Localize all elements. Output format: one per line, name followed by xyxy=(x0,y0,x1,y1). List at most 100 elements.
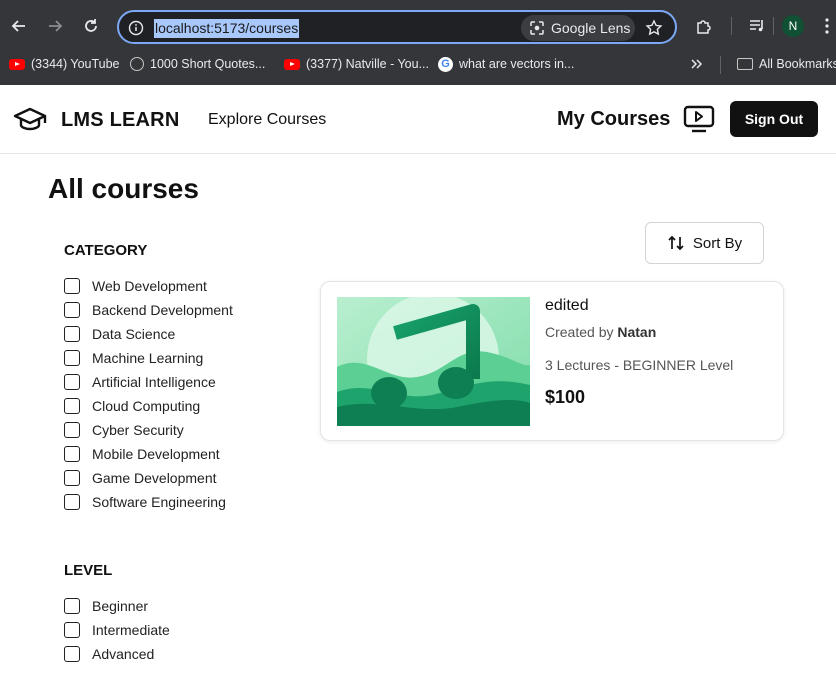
level-option[interactable]: Intermediate xyxy=(64,618,170,642)
sign-out-button[interactable]: Sign Out xyxy=(730,101,818,137)
category-heading: CATEGORY xyxy=(64,242,148,259)
browser-menu-button[interactable] xyxy=(818,15,836,37)
my-courses-link[interactable]: My Courses xyxy=(557,108,670,131)
google-lens-button[interactable]: Google Lens xyxy=(521,15,635,41)
address-bar[interactable]: localhost:5173/courses Google Lens xyxy=(117,10,677,44)
url-text[interactable]: localhost:5173/courses xyxy=(154,19,300,38)
toolbar-divider xyxy=(731,17,732,35)
playlist-icon xyxy=(750,20,763,32)
category-label: Software Engineering xyxy=(92,494,226,510)
youtube-icon xyxy=(284,58,300,70)
toolbar-divider xyxy=(773,17,774,35)
category-option[interactable]: Mobile Development xyxy=(64,442,233,466)
category-label: Backend Development xyxy=(92,302,233,318)
folder-icon xyxy=(737,58,753,70)
course-card[interactable]: edited Created by Natan 3 Lectures - BEG… xyxy=(320,281,784,441)
level-checkbox[interactable] xyxy=(64,646,80,662)
level-label: Intermediate xyxy=(92,622,170,638)
bookmark-label: 1000 Short Quotes... xyxy=(150,57,266,71)
category-label: Mobile Development xyxy=(92,446,220,462)
app-header: LMS LEARN Explore Courses My Courses Sig… xyxy=(0,85,836,154)
category-checkbox[interactable] xyxy=(64,278,80,294)
bookmark-item[interactable]: 1000 Short Quotes... xyxy=(130,55,265,73)
category-checkbox[interactable] xyxy=(64,398,80,414)
page-title: All courses xyxy=(48,173,199,204)
course-title[interactable]: edited xyxy=(545,297,589,315)
bookmarks-overflow-button[interactable] xyxy=(689,55,703,73)
category-label: Data Science xyxy=(92,326,176,342)
double-chevron-right-icon xyxy=(691,59,703,69)
level-heading: LEVEL xyxy=(64,562,113,579)
category-checkbox[interactable] xyxy=(64,302,80,318)
category-option[interactable]: Web Development xyxy=(64,274,233,298)
created-by-prefix: Created by xyxy=(545,324,618,340)
category-checkbox[interactable] xyxy=(64,470,80,486)
category-option[interactable]: Software Engineering xyxy=(64,490,233,514)
level-option[interactable]: Beginner xyxy=(64,594,170,618)
all-bookmarks-button[interactable]: All Bookmarks xyxy=(737,55,836,73)
category-label: Cloud Computing xyxy=(92,398,201,414)
category-option[interactable]: Machine Learning xyxy=(64,346,233,370)
brand-name[interactable]: LMS LEARN xyxy=(61,109,179,132)
bookmark-star-button[interactable] xyxy=(643,17,665,39)
explore-courses-link[interactable]: Explore Courses xyxy=(208,111,326,129)
category-checkbox[interactable] xyxy=(64,422,80,438)
category-option[interactable]: Data Science xyxy=(64,322,233,346)
level-checkbox[interactable] xyxy=(64,598,80,614)
back-button[interactable] xyxy=(5,12,33,40)
graduation-cap-icon[interactable] xyxy=(13,105,47,135)
bookmark-label: (3344) YouTube xyxy=(31,57,120,71)
category-label: Cyber Security xyxy=(92,422,184,438)
category-option[interactable]: Backend Development xyxy=(64,298,233,322)
youtube-icon xyxy=(9,58,25,70)
forward-button[interactable] xyxy=(41,12,69,40)
bookmark-item[interactable]: (3344) YouTube xyxy=(9,55,120,73)
profile-avatar[interactable]: N xyxy=(782,15,804,37)
category-checkbox[interactable] xyxy=(64,326,80,342)
sort-by-label: Sort By xyxy=(692,234,743,252)
arrow-right-icon xyxy=(49,20,63,32)
bookmarks-bar: (3344) YouTube 1000 Short Quotes... (337… xyxy=(0,52,836,76)
category-filter-list: Web Development Backend Development Data… xyxy=(64,274,233,514)
level-option[interactable]: Advanced xyxy=(64,642,170,666)
level-filter-list: Beginner Intermediate Advanced xyxy=(64,594,170,666)
category-checkbox[interactable] xyxy=(64,374,80,390)
course-lectures-level: 3 Lectures - BEGINNER Level xyxy=(545,357,734,373)
author-name: Natan xyxy=(617,324,657,340)
category-option[interactable]: Artificial Intelligence xyxy=(64,370,233,394)
google-icon: G xyxy=(438,56,453,72)
more-icon xyxy=(825,18,829,34)
tv-play-icon[interactable] xyxy=(683,104,715,134)
category-label: Machine Learning xyxy=(92,350,204,366)
lens-label: Google Lens xyxy=(551,20,631,36)
reload-button[interactable] xyxy=(77,12,105,40)
category-option[interactable]: Cloud Computing xyxy=(64,394,233,418)
category-label: Artificial Intelligence xyxy=(92,374,216,390)
category-checkbox[interactable] xyxy=(64,446,80,462)
category-label: Web Development xyxy=(92,278,207,294)
puzzle-icon xyxy=(697,20,711,34)
media-control-button[interactable] xyxy=(745,14,769,38)
bookmark-item[interactable]: G what are vectors in... xyxy=(438,55,574,73)
category-option[interactable]: Game Development xyxy=(64,466,233,490)
level-checkbox[interactable] xyxy=(64,622,80,638)
site-info-icon[interactable] xyxy=(125,17,147,39)
arrow-left-icon xyxy=(11,20,25,32)
category-checkbox[interactable] xyxy=(64,350,80,366)
sort-by-button[interactable]: Sort By xyxy=(645,222,764,264)
level-label: Beginner xyxy=(92,598,149,614)
star-icon xyxy=(645,19,663,36)
lens-icon xyxy=(530,21,544,35)
extensions-button[interactable] xyxy=(692,14,716,38)
reload-icon xyxy=(85,19,97,32)
category-option[interactable]: Cyber Security xyxy=(64,418,233,442)
globe-icon xyxy=(130,57,144,71)
sort-arrows-icon xyxy=(668,235,684,251)
bookmark-label: (3377) Natville - You... xyxy=(306,57,429,71)
music-note-thumbnail xyxy=(337,297,530,426)
category-checkbox[interactable] xyxy=(64,494,80,510)
bookmark-item[interactable]: (3377) Natville - You... xyxy=(284,55,429,73)
level-label: Advanced xyxy=(92,646,155,662)
bookmark-label: what are vectors in... xyxy=(459,57,575,71)
browser-chrome: localhost:5173/courses Google Lens N (33… xyxy=(0,0,836,85)
